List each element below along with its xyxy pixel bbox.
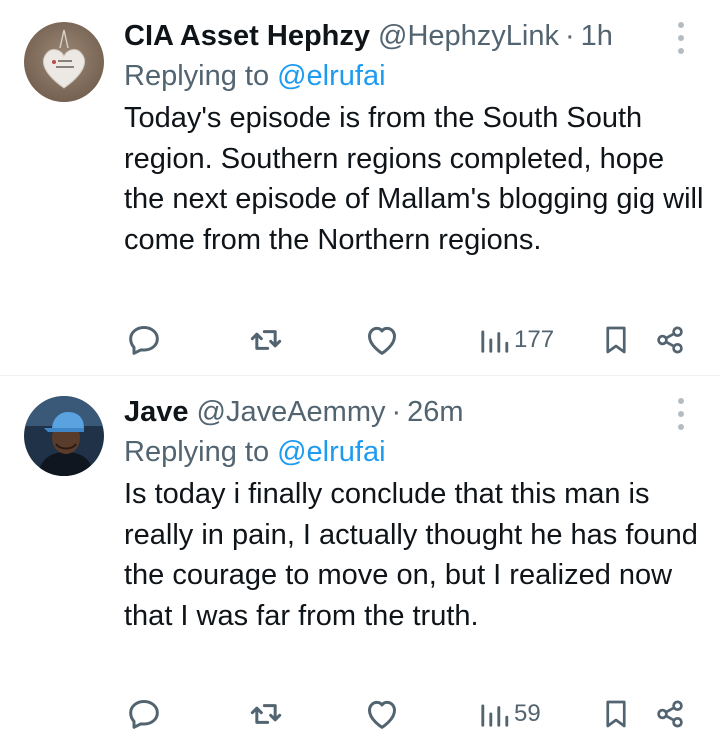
tweet-header: Jave @JaveAemmy · 26m — [124, 394, 700, 430]
reply-icon — [129, 700, 159, 729]
views-icon — [481, 704, 509, 727]
views-button[interactable]: 59 — [478, 694, 541, 734]
tweet-text: Is today i finally conclude that this ma… — [124, 478, 698, 632]
mention-link[interactable]: @elrufai — [277, 436, 385, 468]
retweet-button[interactable] — [246, 320, 286, 360]
retweet-icon — [250, 704, 282, 724]
retweet-button[interactable] — [246, 694, 286, 734]
reply-button[interactable] — [124, 694, 164, 734]
reply-button[interactable] — [124, 320, 164, 360]
user-handle[interactable]: @HephzyLink — [378, 18, 559, 54]
share-icon — [657, 326, 683, 354]
like-icon — [368, 326, 396, 355]
share-button[interactable] — [652, 694, 688, 734]
more-icon[interactable] — [674, 22, 688, 54]
views-count: 177 — [514, 326, 555, 353]
tweet[interactable]: CIA Asset Hephzy @HephzyLink · 1h Replyi… — [0, 0, 720, 375]
share-button[interactable] — [652, 320, 688, 360]
separator: · — [565, 20, 575, 52]
man-in-blue-cap-avatar-image — [24, 396, 104, 476]
heart-pendant-avatar-image — [24, 22, 104, 102]
tweet[interactable]: Jave @JaveAemmy · 26m Replying to @elrufa… — [0, 375, 720, 749]
tweet-text: Today's episode is from the South South … — [124, 102, 704, 256]
like-button[interactable] — [362, 320, 402, 360]
reply-icon — [129, 326, 159, 355]
share-icon — [657, 700, 683, 728]
display-name[interactable]: CIA Asset Hephzy — [124, 18, 370, 54]
action-bar: 177 — [124, 320, 700, 360]
views-button[interactable]: 177 — [478, 320, 554, 360]
mention-link[interactable]: @elrufai — [277, 60, 385, 92]
separator: · — [391, 396, 402, 428]
reply-feed: CIA Asset Hephzy @HephzyLink · 1h Replyi… — [0, 0, 720, 749]
timestamp[interactable]: 1h — [581, 18, 613, 54]
views-icon — [481, 330, 509, 353]
timestamp[interactable]: 26m — [407, 394, 463, 430]
retweet-icon — [250, 330, 282, 350]
more-icon[interactable] — [674, 398, 688, 430]
replying-to: Replying to @elrufai — [124, 432, 700, 472]
display-name[interactable]: Jave — [124, 394, 189, 430]
views-count: 59 — [514, 700, 541, 727]
action-bar: 59 — [124, 694, 700, 734]
bookmark-icon — [606, 700, 626, 728]
replying-to: Replying to @elrufai — [124, 56, 700, 96]
replying-prefix: Replying to — [124, 60, 270, 92]
like-button[interactable] — [362, 694, 402, 734]
avatar[interactable] — [24, 396, 104, 476]
bookmark-button[interactable] — [598, 320, 634, 360]
user-handle[interactable]: @JaveAemmy — [197, 394, 386, 430]
bookmark-icon — [606, 326, 626, 354]
avatar[interactable] — [24, 22, 104, 102]
tweet-header: CIA Asset Hephzy @HephzyLink · 1h — [124, 18, 700, 54]
bookmark-button[interactable] — [598, 694, 634, 734]
like-icon — [368, 700, 396, 729]
replying-prefix: Replying to — [124, 436, 270, 468]
